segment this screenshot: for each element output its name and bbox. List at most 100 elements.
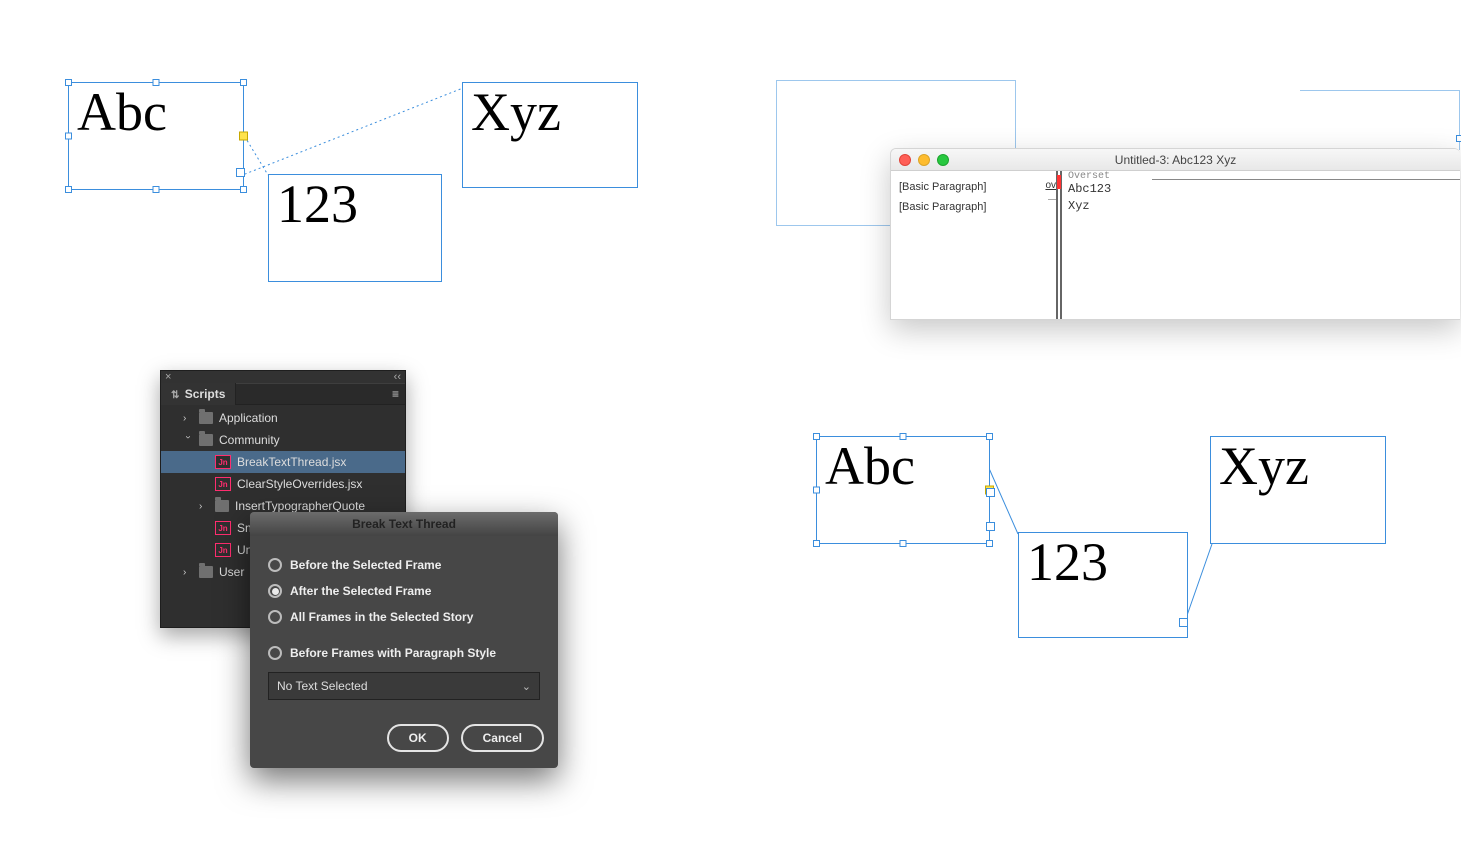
selection-handle[interactable] — [153, 79, 160, 86]
qa-threaded-frames-before: Abc 123 Xyz — [0, 0, 730, 320]
ok-button[interactable]: OK — [387, 724, 449, 752]
text-frame-1[interactable]: Abc — [816, 436, 990, 544]
text-frame-1-content: Abc — [77, 82, 167, 142]
jsx-icon: Jn — [215, 521, 231, 535]
story-depth-column: ov — [1026, 171, 1056, 320]
selection-handle[interactable] — [986, 540, 993, 547]
jsx-icon: Jn — [215, 455, 231, 469]
radio-label: After the Selected Frame — [290, 584, 431, 598]
story-editor-body: [Basic Paragraph] [Basic Paragraph] ov O… — [891, 171, 1460, 320]
radio-icon[interactable] — [268, 558, 282, 572]
radio-icon[interactable] — [268, 610, 282, 624]
out-port-handle[interactable] — [239, 132, 248, 141]
chevron-right-icon[interactable]: › — [183, 567, 193, 578]
story-line-2[interactable]: Xyz — [1068, 199, 1090, 213]
overset-indicator: ov — [1045, 180, 1056, 191]
story-line-1[interactable]: Abc123 — [1068, 182, 1111, 196]
radio-all-frames[interactable]: All Frames in the Selected Story — [268, 604, 540, 630]
paragraph-style-2[interactable]: [Basic Paragraph] — [891, 199, 1026, 215]
radio-before-selected[interactable]: Before the Selected Frame — [268, 552, 540, 578]
zoom-icon[interactable] — [937, 154, 949, 166]
chevron-right-icon[interactable]: › — [199, 501, 209, 512]
text-frame-1-content: Abc — [825, 436, 915, 496]
para-style-dropdown[interactable]: No Text Selected ⌄ — [268, 672, 540, 700]
close-icon[interactable]: × — [165, 371, 171, 383]
chevron-down-icon: ⌄ — [522, 680, 531, 693]
chevron-right-icon[interactable]: › — [183, 413, 193, 424]
tree-script-break[interactable]: Jn BreakTextThread.jsx — [161, 451, 405, 473]
qd-threaded-frames-after: Abc 123 Xyz — [780, 410, 1440, 670]
folder-label: Application — [219, 411, 278, 425]
story-style-column: [Basic Paragraph] [Basic Paragraph] — [891, 171, 1026, 320]
tab-scripts[interactable]: ⇅ Scripts — [161, 383, 236, 405]
cancel-button[interactable]: Cancel — [461, 724, 544, 752]
folder-icon — [215, 500, 229, 512]
window-title: Untitled-3: Abc123 Xyz — [1115, 153, 1236, 167]
story-editor-window[interactable]: Untitled-3: Abc123 Xyz [Basic Paragraph]… — [890, 148, 1460, 320]
script-label: ClearStyleOverrides.jsx — [237, 477, 362, 491]
bg-frame-2 — [1300, 90, 1460, 150]
panel-tab-row: ⇅ Scripts ≡ — [161, 383, 405, 405]
port-handle[interactable] — [986, 522, 995, 531]
window-traffic-lights — [899, 154, 949, 166]
sort-icon: ⇅ — [171, 390, 179, 401]
radio-after-selected[interactable]: After the Selected Frame — [268, 578, 540, 604]
tree-folder-community[interactable]: › Community — [161, 429, 405, 451]
qc-scripts-and-dialog: × ‹‹ ⇅ Scripts ≡ › Application › Communi… — [160, 370, 580, 790]
selection-handle — [1456, 135, 1461, 142]
text-frame-3-content: Xyz — [471, 82, 561, 142]
radio-before-para-style[interactable]: Before Frames with Paragraph Style — [268, 640, 540, 666]
port-handle[interactable] — [1179, 618, 1188, 627]
dialog-buttons: OK Cancel — [250, 716, 558, 768]
thread-port[interactable] — [236, 168, 245, 177]
jsx-icon: Jn — [215, 477, 231, 491]
radio-icon[interactable] — [268, 646, 282, 660]
close-icon[interactable] — [899, 154, 911, 166]
selection-handle[interactable] — [65, 133, 72, 140]
text-frame-1[interactable]: Abc — [68, 82, 244, 190]
selection-handle[interactable] — [153, 186, 160, 193]
panel-titlebar[interactable]: × ‹‹ — [161, 371, 405, 383]
radio-icon-selected[interactable] — [268, 584, 282, 598]
radio-label: Before the Selected Frame — [290, 558, 441, 572]
selection-handle[interactable] — [65, 186, 72, 193]
port-handle[interactable] — [986, 488, 995, 497]
selection-handle[interactable] — [986, 433, 993, 440]
jsx-icon: Jn — [215, 543, 231, 557]
radio-label: Before Frames with Paragraph Style — [290, 646, 496, 660]
minimize-icon[interactable] — [918, 154, 930, 166]
tree-script-clear[interactable]: Jn ClearStyleOverrides.jsx — [161, 473, 405, 495]
selection-handle[interactable] — [240, 186, 247, 193]
panel-menu-icon[interactable]: ≡ — [386, 387, 405, 401]
text-frame-3[interactable]: Xyz — [1210, 436, 1386, 544]
paragraph-style-1[interactable]: [Basic Paragraph] — [891, 179, 1026, 195]
text-frame-3[interactable]: Xyz — [462, 82, 638, 188]
selection-handle[interactable] — [900, 540, 907, 547]
qb-story-editor: Untitled-3: Abc123 Xyz [Basic Paragraph]… — [740, 0, 1460, 340]
text-frame-2[interactable]: 123 — [268, 174, 442, 282]
collapse-icon[interactable]: ‹‹ — [394, 371, 401, 383]
overset-rule — [1152, 179, 1460, 180]
folder-icon — [199, 412, 213, 424]
story-text-column[interactable]: Overset Abc123 Xyz — [1062, 171, 1460, 320]
script-label: BreakTextThread.jsx — [237, 455, 346, 469]
selection-handle[interactable] — [813, 540, 820, 547]
text-frame-2[interactable]: 123 — [1018, 532, 1188, 638]
overset-bar — [1057, 175, 1061, 189]
window-titlebar[interactable]: Untitled-3: Abc123 Xyz — [891, 149, 1460, 171]
dropdown-value: No Text Selected — [277, 679, 368, 693]
chevron-down-icon[interactable]: › — [183, 435, 194, 445]
selection-handle[interactable] — [65, 79, 72, 86]
script-label: InsertTypographerQuote — [235, 499, 365, 513]
selection-handle[interactable] — [240, 79, 247, 86]
radio-label: All Frames in the Selected Story — [290, 610, 473, 624]
selection-handle[interactable] — [900, 433, 907, 440]
dialog-body: Before the Selected Frame After the Sele… — [250, 536, 558, 716]
break-text-thread-dialog[interactable]: Break Text Thread Before the Selected Fr… — [250, 512, 558, 768]
overset-label: Overset — [1068, 171, 1110, 182]
dialog-title[interactable]: Break Text Thread — [250, 512, 558, 536]
folder-icon — [199, 566, 213, 578]
selection-handle[interactable] — [813, 487, 820, 494]
selection-handle[interactable] — [813, 433, 820, 440]
tree-folder-application[interactable]: › Application — [161, 407, 405, 429]
